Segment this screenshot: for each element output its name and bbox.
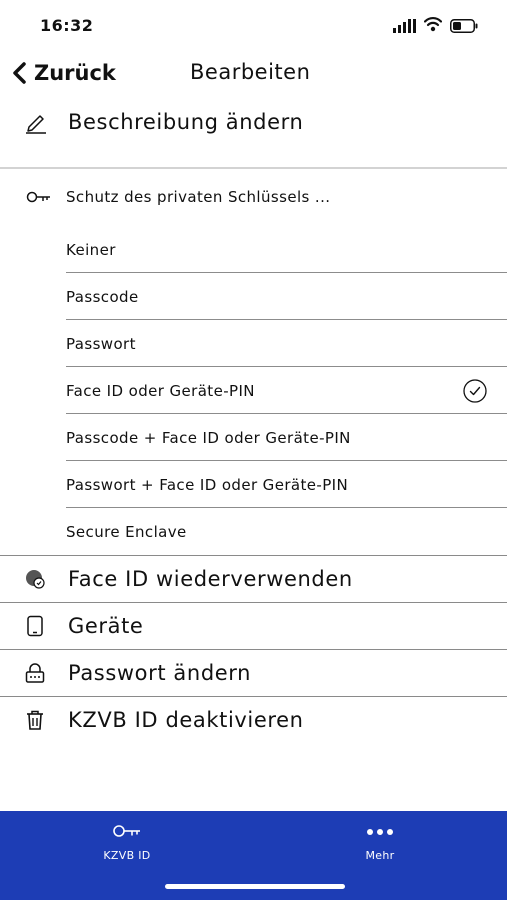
- option-passcode-face-id[interactable]: Passcode + Face ID oder Geräte-PIN: [66, 415, 507, 461]
- pencil-icon: [26, 115, 46, 134]
- divider: [66, 366, 507, 367]
- phone-icon: [24, 615, 46, 637]
- option-passwort-face-id[interactable]: Passwort + Face ID oder Geräte-PIN: [66, 462, 507, 508]
- option-passwort[interactable]: Passwort: [66, 321, 507, 367]
- menu-item-label: KZVB ID deaktivieren: [68, 708, 304, 732]
- divider: [66, 460, 507, 461]
- menu-item-label: Passwort ändern: [68, 661, 252, 685]
- divider: [66, 319, 507, 320]
- home-indicator: [165, 884, 345, 889]
- section-separator: [0, 167, 507, 169]
- edit-description-row[interactable]: Beschreibung ändern: [0, 100, 507, 144]
- option-face-id-or-pin[interactable]: Face ID oder Geräte-PIN: [66, 368, 507, 414]
- option-label: Secure Enclave: [66, 523, 187, 541]
- key-icon: [26, 191, 50, 203]
- page-title: Bearbeiten: [190, 60, 311, 84]
- trash-icon: [24, 709, 46, 731]
- divider: [66, 413, 507, 414]
- divider: [66, 272, 507, 273]
- menu-item-change-password[interactable]: Passwort ändern: [0, 650, 507, 696]
- chevron-left-icon: [13, 62, 26, 84]
- option-keiner[interactable]: Keiner: [66, 227, 507, 273]
- divider: [66, 507, 507, 508]
- key-protection-header: Schutz des privaten Schlüssels ...: [0, 178, 507, 216]
- menu-item-deactivate[interactable]: KZVB ID deaktivieren: [0, 697, 507, 743]
- option-passcode[interactable]: Passcode: [66, 274, 507, 320]
- back-label: Zurück: [34, 61, 116, 85]
- menu-item-label: Geräte: [68, 614, 144, 638]
- key-icon: [47, 823, 207, 839]
- wifi-icon: [424, 17, 442, 32]
- edit-description-label: Beschreibung ändern: [68, 110, 304, 134]
- key-protection-heading: Schutz des privaten Schlüssels ...: [66, 188, 331, 206]
- option-label: Keiner: [66, 241, 116, 259]
- option-label: Passwort: [66, 335, 136, 353]
- option-secure-enclave[interactable]: Secure Enclave: [66, 509, 507, 555]
- cellular-signal-icon: [393, 19, 416, 33]
- menu-item-label: Face ID wiederverwenden: [68, 567, 353, 591]
- lock-icon: [24, 662, 46, 684]
- back-button[interactable]: Zurück: [10, 56, 116, 90]
- battery-icon: [450, 19, 478, 33]
- face-id-icon: [24, 568, 46, 590]
- more-dots-icon: [300, 828, 460, 836]
- option-label: Passcode: [66, 288, 139, 306]
- checkmark-circle-icon: [463, 379, 487, 403]
- option-label: Face ID oder Geräte-PIN: [66, 382, 255, 400]
- option-label: Passcode + Face ID oder Geräte-PIN: [66, 429, 351, 447]
- tab-label: Mehr: [365, 849, 395, 862]
- status-time: 16:32: [40, 16, 94, 35]
- tab-mehr[interactable]: Mehr: [300, 811, 460, 881]
- option-label: Passwort + Face ID oder Geräte-PIN: [66, 476, 349, 494]
- menu-item-face-id-reuse[interactable]: Face ID wiederverwenden: [0, 556, 507, 602]
- tab-kzvb-id[interactable]: KZVB ID: [47, 811, 207, 881]
- menu-item-devices[interactable]: Geräte: [0, 603, 507, 649]
- tab-label: KZVB ID: [103, 849, 151, 862]
